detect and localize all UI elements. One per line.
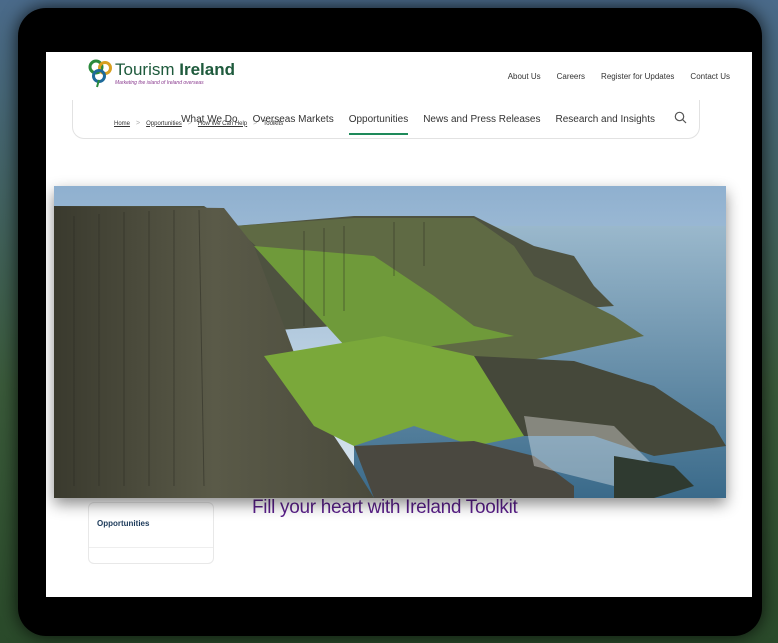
top-link-contact-us[interactable]: Contact Us: [690, 72, 730, 81]
search-icon[interactable]: [674, 111, 687, 129]
sidebar-opportunities[interactable]: Opportunities: [88, 502, 214, 564]
breadcrumb: Home > Opportunities > How We Can Help >…: [114, 120, 283, 127]
nav-item-news-and-press-releases[interactable]: News and Press Releases: [423, 114, 540, 125]
breadcrumb-opportunities[interactable]: Opportunities: [146, 121, 182, 127]
utility-nav: About Us Careers Register for Updates Co…: [508, 72, 730, 81]
divider: [89, 547, 213, 548]
top-link-about-us[interactable]: About Us: [508, 72, 541, 81]
brand-tagline: Marketing the island of Ireland overseas: [115, 80, 204, 86]
top-link-register-for-updates[interactable]: Register for Updates: [601, 72, 674, 81]
sidebar-label: Opportunities: [97, 519, 150, 528]
breadcrumb-home[interactable]: Home: [114, 121, 130, 127]
breadcrumb-how-we-can-help[interactable]: How We Can Help: [198, 121, 247, 127]
page-title: Fill your heart with Ireland Toolkit: [252, 497, 518, 518]
nav-item-opportunities[interactable]: Opportunities: [348, 114, 409, 135]
brand-name: Tourism Ireland: [115, 60, 235, 79]
tourism-ireland-logo[interactable]: Tourism Ireland Marketing the island of …: [88, 58, 235, 88]
top-link-careers[interactable]: Careers: [557, 72, 585, 81]
shamrock-logo-icon: [88, 59, 112, 88]
breadcrumb-separator-icon: >: [136, 120, 141, 127]
breadcrumb-separator-icon: >: [187, 120, 192, 127]
nav-item-research-and-insights[interactable]: Research and Insights: [555, 114, 655, 125]
tablet-frame: Tourism Ireland Marketing the island of …: [18, 8, 762, 636]
breadcrumb-separator-icon: >: [253, 120, 258, 127]
breadcrumb-toolkits: Toolkits: [263, 120, 284, 127]
hero-image-cliffs: [54, 186, 726, 498]
